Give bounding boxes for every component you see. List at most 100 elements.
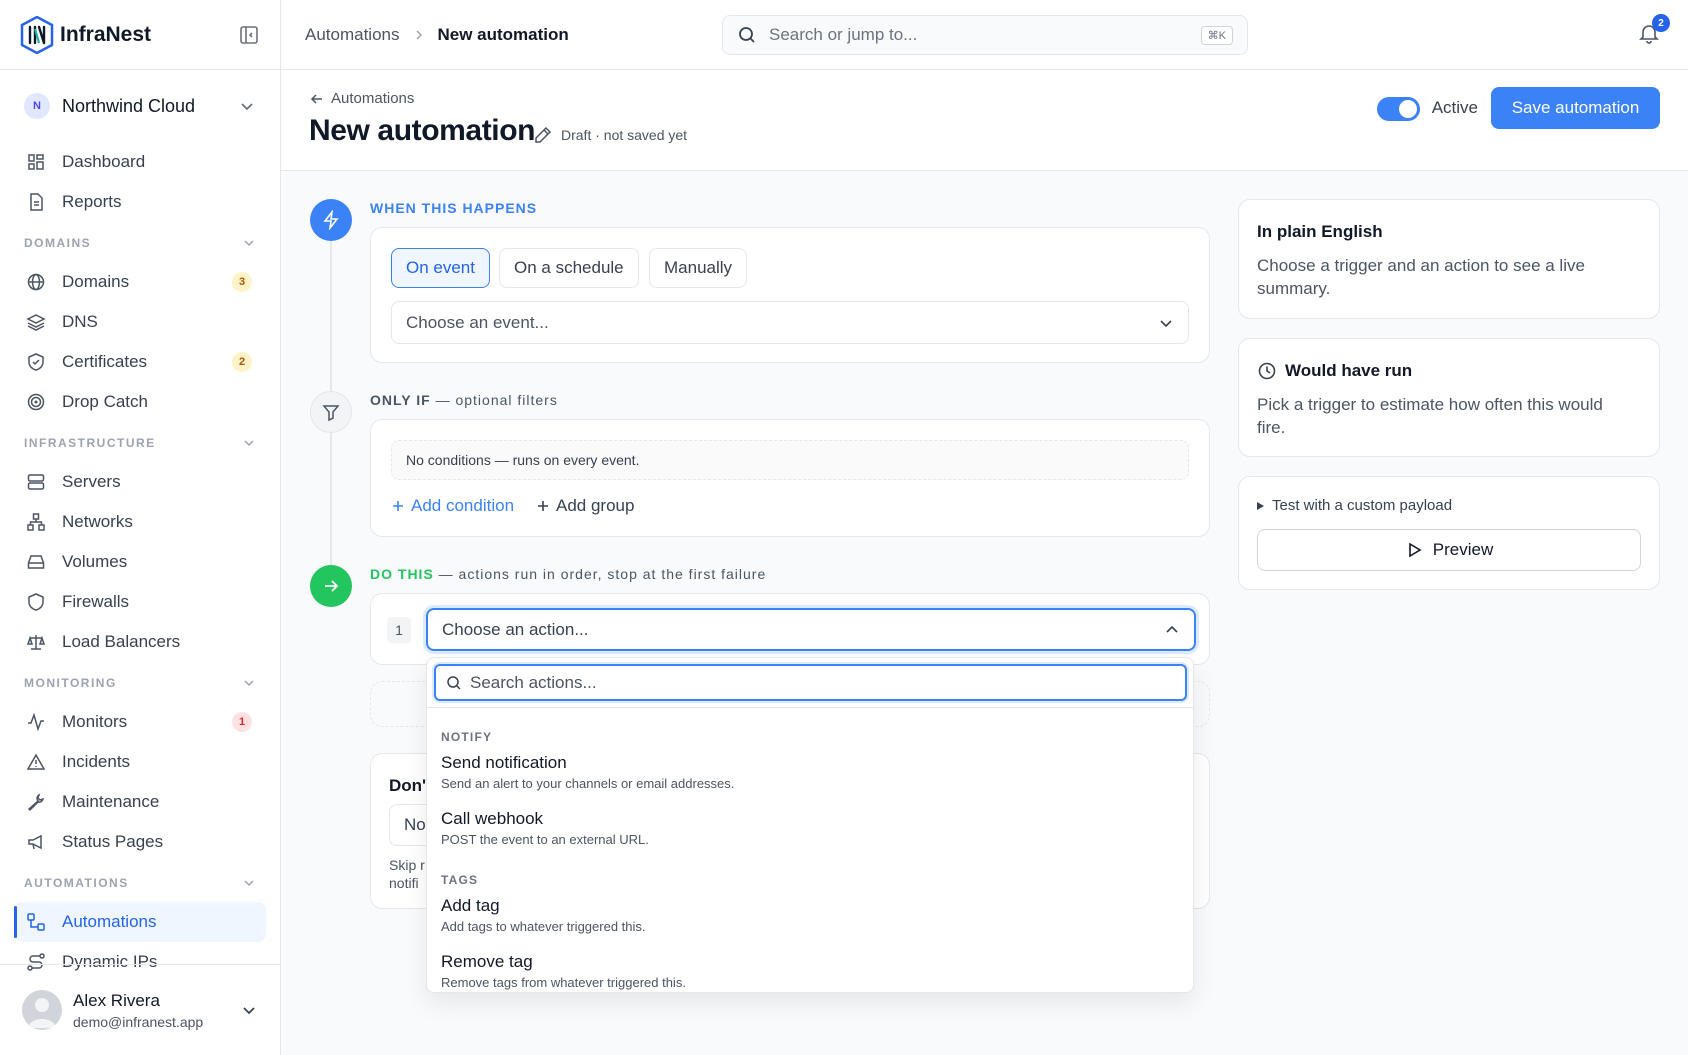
dropdown-item-send-notification[interactable]: Send notification Send an alert to your … bbox=[441, 753, 734, 791]
dropdown-item-add-tag[interactable]: Add tag Add tags to whatever triggered t… bbox=[441, 896, 646, 934]
sidebar-item-incidents[interactable]: Incidents bbox=[0, 742, 280, 782]
dropdown-item-call-webhook[interactable]: Call webhook POST the event to an extern… bbox=[441, 809, 649, 847]
breadcrumb-automations[interactable]: Automations bbox=[305, 25, 400, 45]
mode-on-event[interactable]: On event bbox=[391, 248, 490, 288]
shield-icon bbox=[28, 593, 44, 611]
sidebar-item-monitors[interactable]: Monitors 1 bbox=[0, 702, 280, 742]
action-search-placeholder: Search actions... bbox=[470, 672, 597, 692]
mode-schedule[interactable]: On a schedule bbox=[499, 248, 639, 288]
summary-card: In plain English Choose a trigger and an… bbox=[1238, 199, 1660, 319]
brand-name: InfraNest bbox=[60, 22, 152, 46]
avatar bbox=[22, 990, 62, 1030]
lightning-icon bbox=[310, 199, 352, 241]
alert-triangle-icon bbox=[26, 753, 46, 770]
mode-manually[interactable]: Manually bbox=[649, 248, 748, 288]
dropdown-item-remove-tag[interactable]: Remove tag Remove tags from whatever tri… bbox=[441, 952, 686, 990]
preview-label: Preview bbox=[1432, 540, 1494, 559]
dont-run-title: Don' bbox=[389, 776, 427, 795]
sidebar-item-servers[interactable]: Servers bbox=[0, 462, 280, 502]
sidebar-item-label: DNS bbox=[62, 312, 98, 331]
divider bbox=[427, 707, 1193, 708]
section-title: MONITORING bbox=[24, 676, 117, 690]
sidebar-item-status-pages[interactable]: Status Pages bbox=[0, 822, 280, 862]
search-icon bbox=[739, 27, 755, 43]
breadcrumb-current: New automation bbox=[437, 24, 569, 44]
dropdown-group-tags: TAGS bbox=[441, 873, 479, 887]
test-payload-label: Test with a custom payload bbox=[1272, 497, 1453, 514]
sidebar-item-drop-catch[interactable]: Drop Catch bbox=[0, 382, 280, 422]
action-select-value: Choose an action... bbox=[442, 619, 589, 639]
active-toggle[interactable] bbox=[1377, 97, 1420, 121]
active-label: Active bbox=[1431, 98, 1478, 117]
filter-icon bbox=[310, 391, 352, 433]
sidebar-item-dashboard[interactable]: Dashboard bbox=[0, 142, 280, 182]
user-menu[interactable]: Alex Rivera demo@infranest.app bbox=[0, 964, 280, 1055]
preview-button[interactable]: Preview bbox=[1257, 529, 1641, 571]
count-badge: 1 bbox=[232, 712, 252, 732]
pencil-icon[interactable] bbox=[533, 125, 553, 145]
chevron-up-icon bbox=[1164, 622, 1180, 638]
sidebar-item-label: Certificates bbox=[62, 352, 148, 371]
sidebar-item-firewalls[interactable]: Firewalls bbox=[0, 582, 280, 622]
org-name: Northwind Cloud bbox=[62, 95, 196, 116]
sidebar-item-label: Load Balancers bbox=[62, 632, 181, 651]
sidebar-item-maintenance[interactable]: Maintenance bbox=[0, 782, 280, 822]
arrow-right-icon bbox=[310, 565, 352, 607]
event-select[interactable]: Choose an event... bbox=[391, 301, 1189, 344]
sidebar-item-networks[interactable]: Networks bbox=[0, 502, 280, 542]
sidebar-item-label: Volumes bbox=[62, 552, 128, 571]
activity-icon bbox=[28, 712, 44, 732]
section-monitoring[interactable]: MONITORING bbox=[0, 664, 280, 702]
server-icon bbox=[27, 474, 45, 490]
item-title: Call webhook bbox=[441, 809, 544, 828]
forecast-heading: Would have run bbox=[1257, 361, 1412, 381]
section-automations[interactable]: AUTOMATIONS bbox=[0, 864, 280, 902]
sidebar-item-volumes[interactable]: Volumes bbox=[0, 542, 280, 582]
layers-icon bbox=[26, 314, 46, 331]
action-label-rest: — actions run in order, stop at the firs… bbox=[433, 566, 767, 582]
action-card: 1 Choose an action... bbox=[370, 593, 1210, 665]
summary-body: Choose a trigger and an action to see a … bbox=[1257, 256, 1585, 298]
network-icon bbox=[27, 513, 45, 531]
sidebar-item-label: Maintenance bbox=[62, 792, 160, 811]
item-description: POST the event to an external URL. bbox=[441, 832, 649, 847]
sidebar-item-reports[interactable]: Reports bbox=[0, 182, 280, 222]
add-group-button[interactable]: Add group bbox=[536, 496, 634, 516]
dashboard-icon bbox=[28, 154, 44, 170]
save-automation-button[interactable]: Save automation bbox=[1491, 87, 1660, 129]
sidebar-item-domains[interactable]: Domains 3 bbox=[0, 262, 280, 302]
item-title: Add tag bbox=[441, 896, 500, 915]
user-email: demo@infranest.app bbox=[73, 1013, 204, 1030]
section-domains[interactable]: DOMAINS bbox=[0, 224, 280, 262]
chevron-down-icon bbox=[240, 1001, 258, 1019]
sidebar-item-load-balancers[interactable]: Load Balancers bbox=[0, 622, 280, 662]
infranest-logo-icon[interactable] bbox=[20, 15, 54, 54]
item-title: Remove tag bbox=[441, 952, 533, 971]
search-icon bbox=[447, 675, 461, 690]
forecast-title: Would have run bbox=[1285, 361, 1413, 380]
add-group-label: Add group bbox=[556, 496, 635, 515]
sidebar-item-label: Drop Catch bbox=[62, 392, 148, 411]
sidebar-item-label: Dashboard bbox=[62, 152, 146, 171]
org-switcher[interactable]: N Northwind Cloud bbox=[0, 70, 280, 142]
dropdown-group-notify: NOTIFY bbox=[441, 730, 493, 744]
section-infrastructure[interactable]: INFRASTRUCTURE bbox=[0, 424, 280, 462]
global-search-input[interactable]: Search or jump to... ⌘K bbox=[722, 15, 1248, 55]
action-select[interactable]: Choose an action... bbox=[426, 608, 1196, 651]
sidebar-item-certificates[interactable]: Certificates 2 bbox=[0, 342, 280, 382]
sidebar-item-label: Incidents bbox=[62, 752, 131, 771]
add-condition-button[interactable]: Add condition bbox=[391, 496, 514, 516]
test-payload-toggle[interactable]: Test with a custom payload bbox=[1257, 497, 1452, 514]
plus-icon bbox=[393, 501, 403, 511]
sidebar-item-automations[interactable]: Automations bbox=[14, 902, 266, 942]
sidebar-item-dns[interactable]: DNS bbox=[0, 302, 280, 342]
empty-conditions: No conditions — runs on every event. bbox=[391, 440, 1189, 480]
megaphone-icon bbox=[28, 834, 42, 850]
action-search-input[interactable]: Search actions... bbox=[434, 664, 1187, 701]
filter-card: No conditions — runs on every event. Add… bbox=[370, 419, 1210, 537]
sidebar-collapse-icon[interactable] bbox=[238, 24, 260, 46]
summary-title: In plain English bbox=[1257, 222, 1383, 241]
keyboard-shortcut: ⌘K bbox=[1200, 25, 1233, 45]
back-link[interactable]: Automations bbox=[309, 90, 414, 107]
event-select-value: Choose an event... bbox=[406, 312, 549, 332]
